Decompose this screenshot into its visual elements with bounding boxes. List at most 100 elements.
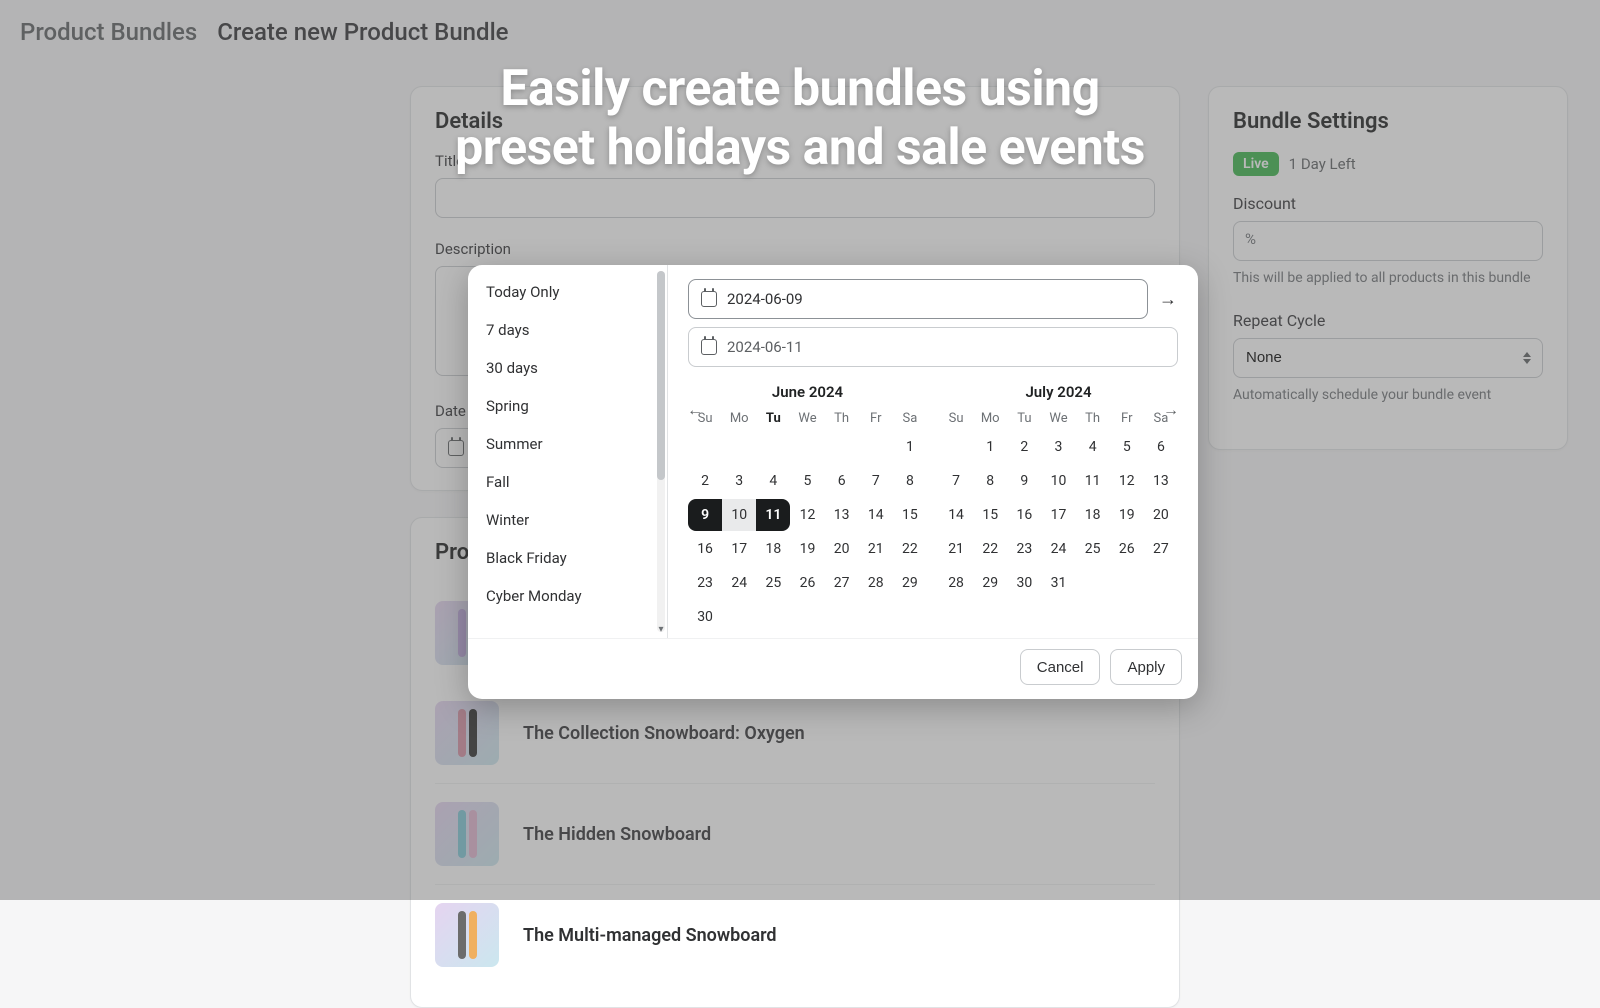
preset-option[interactable]: 7 days [468,311,667,349]
dow-label: Sa [893,407,927,430]
calendar-day[interactable]: 28 [859,567,893,599]
calendar-day[interactable]: 1 [893,431,927,463]
calendar-day[interactable]: 12 [790,499,824,531]
calendar-day[interactable]: 5 [1110,431,1144,463]
calendar-day[interactable]: 14 [859,499,893,531]
end-date-value: 2024-06-11 [727,338,803,356]
end-date-input[interactable]: 2024-06-11 [688,327,1178,367]
hero-headline: Easily create bundles using preset holid… [0,60,1600,178]
calendar-day[interactable]: 28 [939,567,973,599]
calendar-day[interactable]: 8 [893,465,927,497]
calendar-day[interactable]: 18 [1076,499,1110,531]
calendar-day[interactable]: 1 [973,431,1007,463]
preset-option[interactable]: Fall [468,463,667,501]
preset-option[interactable]: Winter [468,501,667,539]
calendar-day[interactable]: 4 [756,465,790,497]
calendar-day[interactable]: 13 [1144,465,1178,497]
calendar-icon [701,339,717,355]
calendar-day[interactable]: 21 [939,533,973,565]
apply-button[interactable]: Apply [1110,649,1182,685]
calendar-day[interactable]: 8 [973,465,1007,497]
start-date-input[interactable]: 2024-06-09 [688,279,1148,319]
calendar-day[interactable]: 30 [1007,567,1041,599]
dow-label: Fr [1110,407,1144,430]
month-title: June 2024 [688,383,927,401]
dow-label: Th [825,407,859,430]
calendar-day[interactable]: 6 [1144,431,1178,463]
calendar-day[interactable]: 30 [688,601,722,633]
calendar-day[interactable]: 7 [939,465,973,497]
calendar-day[interactable]: 31 [1041,567,1075,599]
calendar-day[interactable]: 25 [1076,533,1110,565]
calendar-day[interactable]: 19 [1110,499,1144,531]
calendar-day[interactable]: 3 [1041,431,1075,463]
dow-label: Mo [973,407,1007,430]
calendar-month-2: July 2024 SuMoTuWeThFrSa .12345678910111… [939,377,1178,634]
preset-option[interactable]: Summer [468,425,667,463]
calendar-day[interactable]: 19 [790,533,824,565]
calendar-day[interactable]: 10 [722,499,756,531]
chevron-down-icon: ▾ [657,624,665,634]
calendar-day[interactable]: 3 [722,465,756,497]
preset-option[interactable]: Cyber Monday [468,577,667,615]
preset-option[interactable]: 30 days [468,349,667,387]
calendar-day[interactable]: 26 [1110,533,1144,565]
calendar-day[interactable]: 10 [1041,465,1075,497]
calendar-day[interactable]: 9 [688,499,722,531]
calendar-day[interactable]: 24 [1041,533,1075,565]
calendar-day[interactable]: 13 [825,499,859,531]
calendar-day[interactable]: 7 [859,465,893,497]
calendar-day[interactable]: 14 [939,499,973,531]
calendar-day[interactable]: 27 [825,567,859,599]
calendar-day[interactable]: 17 [1041,499,1075,531]
calendar-day[interactable]: 18 [756,533,790,565]
calendar-day[interactable]: 15 [973,499,1007,531]
month-title: July 2024 [939,383,1178,401]
calendar-day[interactable]: 11 [756,499,790,531]
dow-label: We [790,407,824,430]
preset-option[interactable]: Spring [468,387,667,425]
calendar-day[interactable]: 4 [1076,431,1110,463]
calendar-day[interactable]: 26 [790,567,824,599]
date-range-popover: Today Only7 days30 daysSpringSummerFallW… [468,265,1198,699]
calendar-day[interactable]: 20 [825,533,859,565]
preset-option[interactable]: Today Only [468,273,667,311]
dow-label: Mo [722,407,756,430]
calendar-day[interactable]: 23 [1007,533,1041,565]
dow-label: We [1041,407,1075,430]
calendar-day[interactable]: 25 [756,567,790,599]
calendar-day[interactable]: 24 [722,567,756,599]
preset-list: Today Only7 days30 daysSpringSummerFallW… [468,265,668,638]
next-month-button[interactable]: → [1160,399,1182,421]
calendar-day[interactable]: 29 [973,567,1007,599]
calendar-day[interactable]: 15 [893,499,927,531]
calendar-icon [701,291,717,307]
calendar-day[interactable]: 17 [722,533,756,565]
calendar-day[interactable]: 9 [1007,465,1041,497]
calendar-day[interactable]: 2 [1007,431,1041,463]
calendar-day[interactable]: 16 [688,533,722,565]
start-date-value: 2024-06-09 [727,290,803,308]
calendar-day[interactable]: 29 [893,567,927,599]
calendar-day[interactable]: 22 [893,533,927,565]
calendar-day[interactable]: 16 [1007,499,1041,531]
prev-month-button[interactable]: ← [684,399,706,421]
calendar-day[interactable]: 12 [1110,465,1144,497]
calendar-day[interactable]: 23 [688,567,722,599]
calendar-day[interactable]: 5 [790,465,824,497]
calendar-day[interactable]: 2 [688,465,722,497]
product-title: The Multi-managed Snowboard [523,925,777,946]
calendar-day[interactable]: 6 [825,465,859,497]
scrollbar[interactable]: ▾ [657,271,665,632]
calendar-day[interactable]: 20 [1144,499,1178,531]
preset-option[interactable]: Black Friday [468,539,667,577]
cancel-button[interactable]: Cancel [1020,649,1101,685]
calendar-day[interactable]: 21 [859,533,893,565]
calendar-day[interactable]: 22 [973,533,1007,565]
product-thumbnail [435,903,499,967]
arrow-right-icon: → [1158,289,1178,310]
dow-label: Tu [1007,407,1041,430]
calendar-day[interactable]: 27 [1144,533,1178,565]
calendar-month-1: June 2024 SuMoTuWeThFrSa ......123456789… [688,377,927,634]
calendar-day[interactable]: 11 [1076,465,1110,497]
